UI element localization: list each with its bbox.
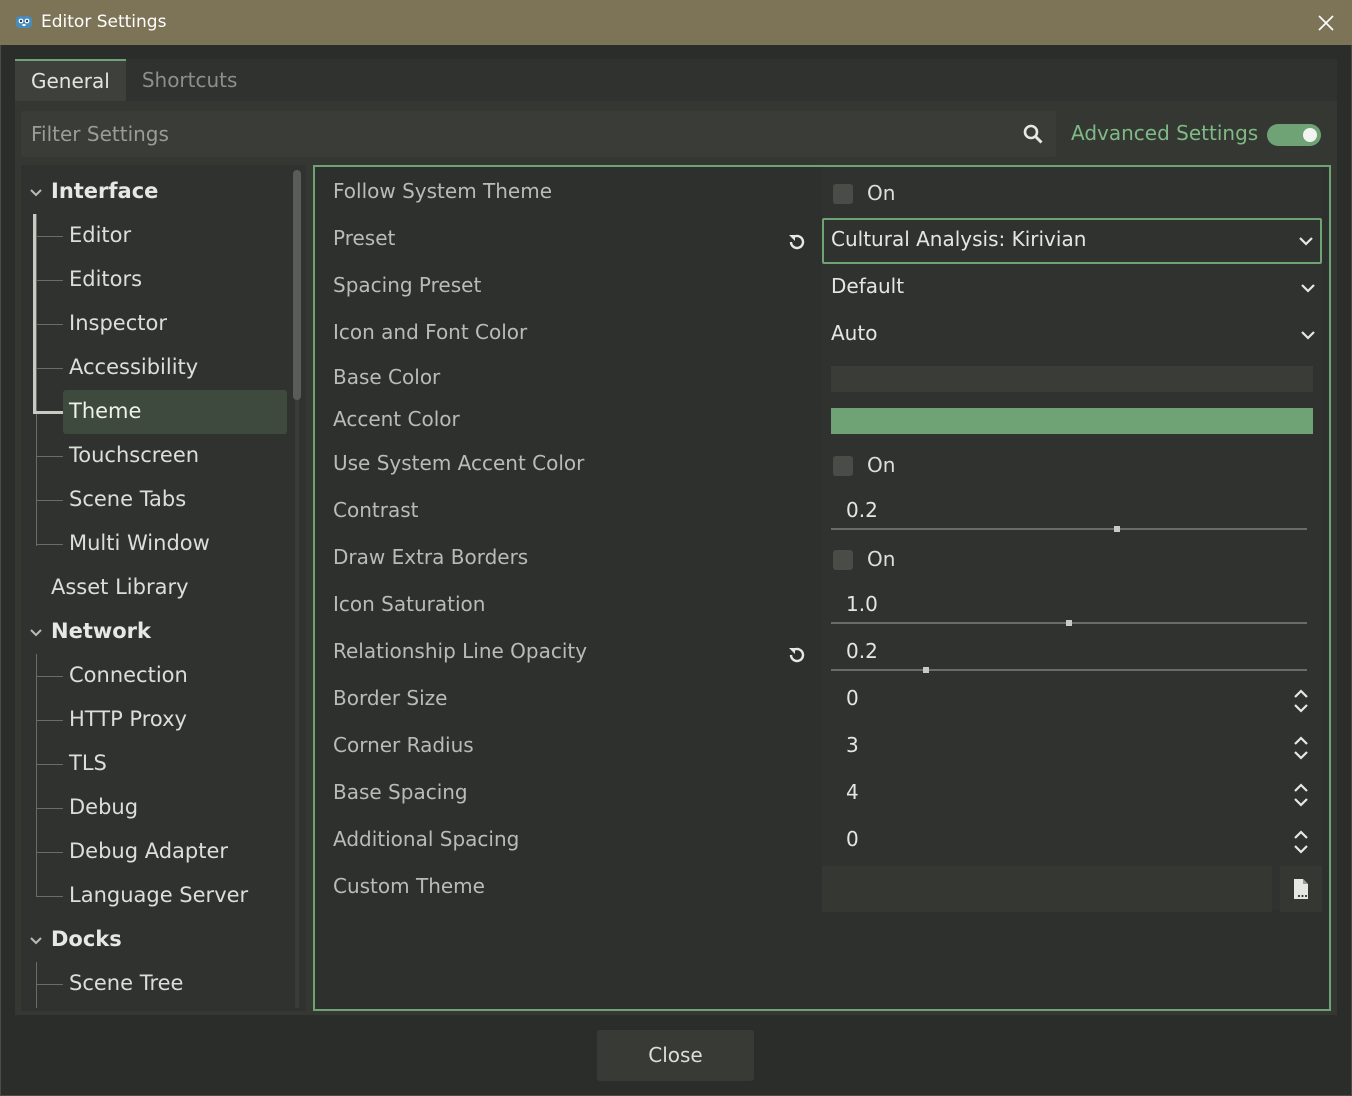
sidebar-item-language-server[interactable]: Language Server xyxy=(69,883,248,907)
sidebar-item-debug[interactable]: Debug xyxy=(69,795,138,819)
sidebar-section-docks[interactable]: Docks xyxy=(51,927,122,951)
godot-icon xyxy=(16,16,32,28)
checkbox-use-system-accent[interactable] xyxy=(833,456,853,476)
contrast-value[interactable]: 0.2 xyxy=(846,498,878,522)
advanced-settings-label: Advanced Settings xyxy=(1071,121,1259,145)
sidebar-item-tls[interactable]: TLS xyxy=(69,751,107,775)
label-border-size: Border Size xyxy=(333,686,448,710)
label-spacing-preset: Spacing Preset xyxy=(333,273,482,297)
relationship-line-opacity-value[interactable]: 0.2 xyxy=(846,639,878,663)
sidebar-item-multi-window[interactable]: Multi Window xyxy=(69,531,210,555)
draw-extra-borders-value: On xyxy=(867,547,896,571)
contrast-slider-grabber[interactable] xyxy=(1113,526,1120,532)
spacing-preset-value: Default xyxy=(831,274,905,298)
window-title: Editor Settings xyxy=(41,12,167,32)
contrast-slider[interactable] xyxy=(831,528,1307,530)
spinner-arrows-icon[interactable] xyxy=(1291,829,1311,855)
sidebar-item-editor[interactable]: Editor xyxy=(69,223,131,247)
preset-dropdown[interactable]: Cultural Analysis: Kirivian xyxy=(822,218,1322,264)
follow-system-theme-value: On xyxy=(867,181,896,205)
spinner-arrows-icon[interactable] xyxy=(1291,688,1311,714)
sidebar-item-theme-selected[interactable]: Theme xyxy=(63,390,287,434)
base-color-swatch[interactable] xyxy=(831,366,1313,392)
chevron-down-icon xyxy=(1301,284,1315,293)
label-accent-color: Accent Color xyxy=(333,407,460,431)
custom-theme-path-field[interactable] xyxy=(822,866,1272,912)
label-icon-saturation: Icon Saturation xyxy=(333,592,486,616)
sidebar-item-theme: Theme xyxy=(69,399,142,423)
base-spacing-value[interactable]: 4 xyxy=(846,780,859,804)
close-button[interactable]: Close xyxy=(597,1030,754,1081)
sidebar-item-scene-tree[interactable]: Scene Tree xyxy=(69,971,183,995)
advanced-settings-toggle[interactable] xyxy=(1267,124,1321,146)
sidebar-item-debug-adapter[interactable]: Debug Adapter xyxy=(69,839,228,863)
tab-shortcuts[interactable]: Shortcuts xyxy=(126,59,254,101)
filter-settings-input[interactable] xyxy=(21,111,1011,157)
chevron-down-icon[interactable] xyxy=(29,626,43,640)
sidebar-item-editors[interactable]: Editors xyxy=(69,267,142,291)
chevron-down-icon xyxy=(1299,237,1313,246)
accent-color-swatch[interactable] xyxy=(831,408,1313,434)
revert-icon[interactable] xyxy=(785,230,809,254)
chevron-down-icon xyxy=(1301,331,1315,340)
label-preset: Preset xyxy=(333,226,396,250)
sidebar-item-connection[interactable]: Connection xyxy=(69,663,188,687)
corner-radius-value[interactable]: 3 xyxy=(846,733,859,757)
icon-font-color-dropdown[interactable]: Auto xyxy=(822,312,1322,358)
label-use-system-accent: Use System Accent Color xyxy=(333,451,585,475)
label-base-color: Base Color xyxy=(333,365,441,389)
preset-value: Cultural Analysis: Kirivian xyxy=(831,227,1087,251)
use-system-accent-value: On xyxy=(867,453,896,477)
label-contrast: Contrast xyxy=(333,498,419,522)
file-icon xyxy=(1294,879,1308,899)
border-size-value[interactable]: 0 xyxy=(846,686,859,710)
label-corner-radius: Corner Radius xyxy=(333,733,474,757)
label-follow-system-theme: Follow System Theme xyxy=(333,179,553,203)
search-icon xyxy=(1023,124,1043,144)
custom-theme-browse-button[interactable] xyxy=(1280,866,1322,912)
icon-font-color-value: Auto xyxy=(831,321,878,345)
sidebar-item-touchscreen[interactable]: Touchscreen xyxy=(69,443,199,467)
icon-saturation-slider-grabber[interactable] xyxy=(1066,620,1072,626)
checkbox-draw-extra-borders[interactable] xyxy=(833,550,853,570)
spacing-preset-dropdown[interactable]: Default xyxy=(822,265,1322,311)
tab-general[interactable]: General xyxy=(15,59,126,101)
sidebar-scrollbar[interactable] xyxy=(293,170,301,400)
spinner-arrows-icon[interactable] xyxy=(1291,782,1311,808)
sidebar-section-interface[interactable]: Interface xyxy=(51,179,158,203)
spinner-arrows-icon[interactable] xyxy=(1291,735,1311,761)
sidebar-item-scene-tabs[interactable]: Scene Tabs xyxy=(69,487,186,511)
label-base-spacing: Base Spacing xyxy=(333,780,468,804)
close-icon[interactable] xyxy=(1316,13,1336,33)
sidebar-item-http-proxy[interactable]: HTTP Proxy xyxy=(69,707,187,731)
tab-bar-background xyxy=(125,59,1337,101)
relationship-line-opacity-slider[interactable] xyxy=(831,669,1307,671)
sidebar-item-inspector[interactable]: Inspector xyxy=(69,311,167,335)
revert-icon[interactable] xyxy=(785,643,809,667)
sidebar-item-accessibility[interactable]: Accessibility xyxy=(69,355,198,379)
toggle-knob xyxy=(1303,128,1317,142)
chevron-down-icon[interactable] xyxy=(29,934,43,948)
sidebar-section-network[interactable]: Network xyxy=(51,619,151,643)
label-custom-theme: Custom Theme xyxy=(333,874,485,898)
title-bar: Editor Settings xyxy=(0,0,1352,45)
label-relationship-line-opacity: Relationship Line Opacity xyxy=(333,639,588,663)
filter-settings-field xyxy=(21,111,1056,157)
relationship-line-opacity-slider-grabber[interactable] xyxy=(923,667,930,673)
chevron-down-icon[interactable] xyxy=(29,186,43,200)
tab-bar: General Shortcuts xyxy=(15,59,253,101)
additional-spacing-value[interactable]: 0 xyxy=(846,827,859,851)
label-icon-font-color: Icon and Font Color xyxy=(333,320,528,344)
label-draw-extra-borders: Draw Extra Borders xyxy=(333,545,529,569)
label-additional-spacing: Additional Spacing xyxy=(333,827,520,851)
sidebar-item-asset-library[interactable]: Asset Library xyxy=(51,575,189,599)
icon-saturation-value[interactable]: 1.0 xyxy=(846,592,878,616)
checkbox-follow-system-theme[interactable] xyxy=(833,184,853,204)
